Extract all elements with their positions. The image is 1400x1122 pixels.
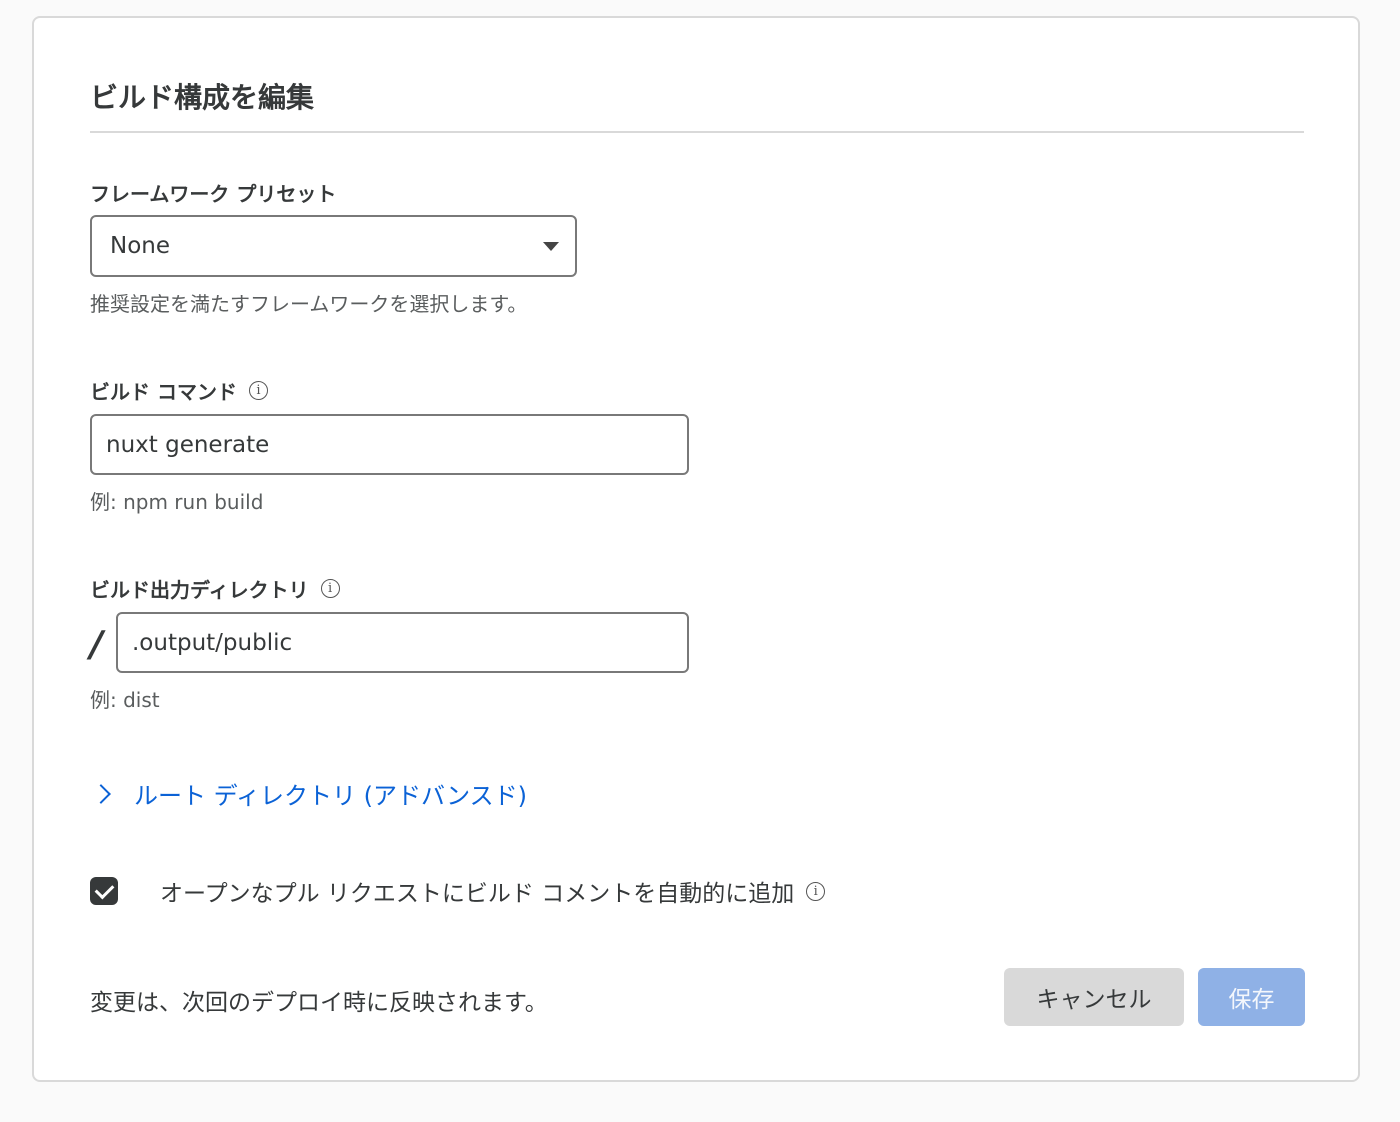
pr-comments-label: オープンなプル リクエストにビルド コメントを自動的に追加 — [160, 881, 795, 907]
edit-build-config-dialog: ビルド構成を編集 フレームワーク プリセット None 推奨設定を満たすフレーム… — [32, 16, 1360, 1082]
info-icon[interactable]: i — [320, 579, 340, 598]
check-icon — [94, 879, 114, 899]
cancel-button[interactable]: キャンセル — [1004, 968, 1184, 1026]
output-dir-value: .output/public — [132, 629, 293, 656]
output-dir-label-text: ビルド出力ディレクトリ — [90, 578, 309, 602]
output-dir-input[interactable]: .output/public — [116, 612, 689, 673]
build-command-label-text: ビルド コマンド — [90, 380, 237, 404]
pr-comments-checkbox[interactable] — [90, 877, 118, 905]
framework-preset-select[interactable]: None — [90, 215, 577, 277]
info-icon[interactable]: i — [806, 881, 826, 901]
root-dir-label: ルート ディレクトリ (アドバンスド) — [134, 782, 528, 810]
chevron-right-icon — [91, 783, 111, 804]
info-icon[interactable]: i — [248, 381, 268, 400]
framework-preset-value: None — [110, 233, 171, 259]
build-command-input[interactable]: nuxt generate — [90, 414, 689, 475]
framework-preset-help: 推奨設定を満たすフレームワークを選択します。 — [90, 292, 528, 316]
framework-preset-label-text: フレームワーク プリセット — [90, 182, 337, 206]
framework-preset-label: フレームワーク プリセット — [90, 178, 336, 207]
caret-down-icon — [543, 242, 559, 251]
dialog-title: ビルド構成を編集 — [90, 81, 315, 114]
output-dir-label: ビルド出力ディレクトリ i — [90, 574, 340, 603]
output-dir-prefix: / — [90, 624, 104, 665]
footer-note: 変更は、次回のデプロイ時に反映されます。 — [90, 990, 548, 1016]
pr-comments-option: オープンなプル リクエストにビルド コメントを自動的に追加 i — [90, 874, 826, 908]
build-command-value: nuxt generate — [106, 431, 270, 458]
build-command-help: 例: npm run build — [90, 490, 264, 514]
build-command-label: ビルド コマンド i — [90, 376, 268, 405]
root-dir-expander[interactable]: ルート ディレクトリ (アドバンスド) — [91, 776, 528, 811]
save-button[interactable]: 保存 — [1198, 968, 1305, 1026]
title-divider — [90, 131, 1304, 133]
output-dir-help: 例: dist — [90, 688, 160, 712]
